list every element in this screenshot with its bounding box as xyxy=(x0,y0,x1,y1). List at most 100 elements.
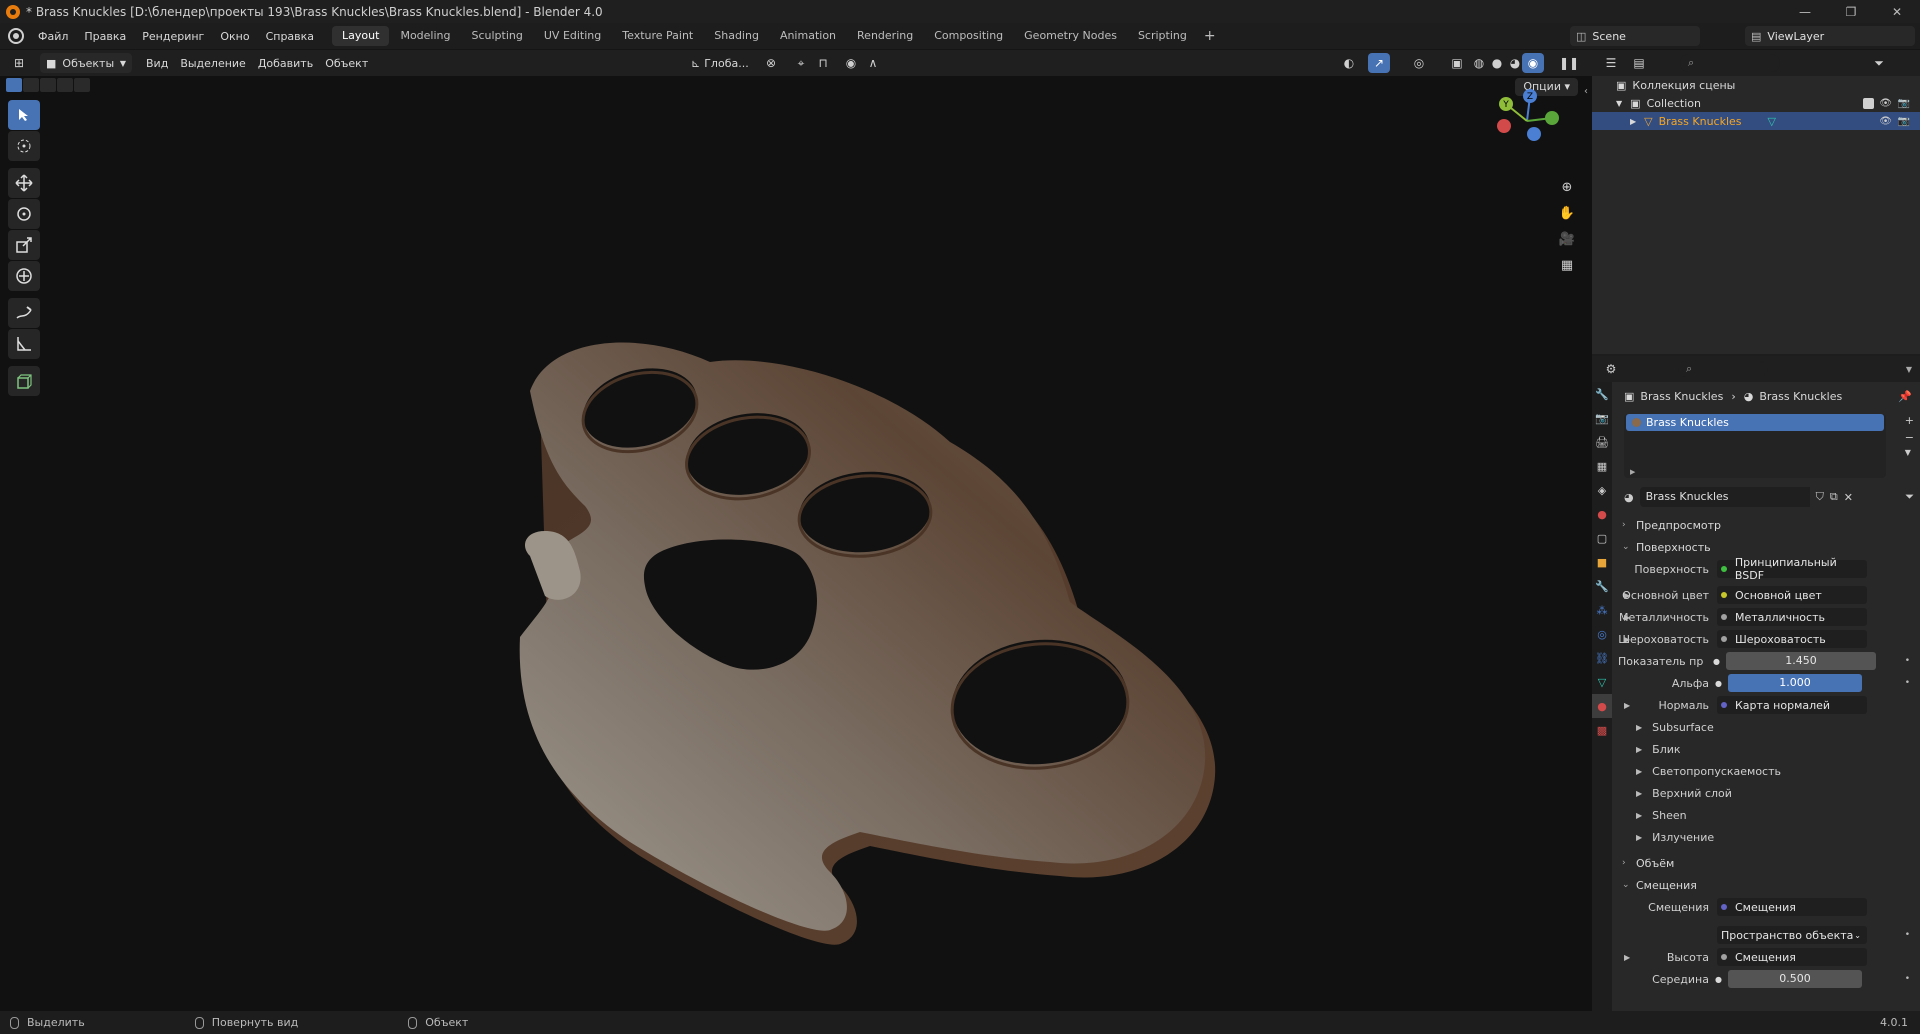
eye-icon[interactable]: 👁 xyxy=(1879,98,1892,109)
expand-arrow-icon[interactable]: ▶ xyxy=(1630,468,1635,476)
height-field[interactable]: Смещения xyxy=(1717,948,1867,966)
menu-help[interactable]: Справка xyxy=(258,23,322,50)
keyframe-dot-icon[interactable]: • xyxy=(1905,930,1910,940)
tool-tab-icon[interactable]: 🔧 xyxy=(1592,382,1612,406)
filter-icon[interactable]: ⏷ xyxy=(1905,490,1914,504)
editor-type-icon[interactable]: ⊞ xyxy=(8,53,30,73)
close-button[interactable]: ✕ xyxy=(1874,0,1920,23)
rendered-shading-icon[interactable]: ◉ xyxy=(1522,53,1544,73)
physics-tab-icon[interactable]: ◎ xyxy=(1592,622,1612,646)
outliner-object-brass-knuckles[interactable]: ▶ ▽ Brass Knuckles ▽ 👁 📷 xyxy=(1592,112,1920,130)
snap-target-icon[interactable]: ⊓ xyxy=(812,53,834,73)
pin-icon[interactable]: 📌 xyxy=(1898,390,1912,403)
menu-add[interactable]: Добавить xyxy=(252,53,319,73)
surface-shader-field[interactable]: Принципиальный BSDF xyxy=(1717,556,1867,582)
data-tab-icon[interactable]: ▽ xyxy=(1592,670,1612,694)
material-browse-icon[interactable]: ◕ xyxy=(1624,491,1634,504)
pause-render-icon[interactable]: ❚❚ xyxy=(1558,53,1580,73)
tab-shading[interactable]: Shading xyxy=(704,26,769,46)
add-workspace-button[interactable]: + xyxy=(1198,28,1222,44)
view-layer-selector[interactable]: ▤ ViewLayer xyxy=(1745,26,1915,46)
tab-layout[interactable]: Layout xyxy=(332,26,390,46)
orientation-selector[interactable]: ⊾ Глоба... xyxy=(685,53,755,73)
visibility-icon[interactable]: ◐ xyxy=(1338,53,1360,73)
expand-arrow-icon[interactable]: ▶ xyxy=(1624,953,1630,962)
subpanel-specular[interactable]: ▶ Блик xyxy=(1612,738,1920,760)
tab-geometry-nodes[interactable]: Geometry Nodes xyxy=(1014,26,1127,46)
view-layer-tab-icon[interactable]: ▦ xyxy=(1592,454,1612,478)
expand-arrow-icon[interactable]: ▶ xyxy=(1624,701,1630,710)
menu-file[interactable]: Файл xyxy=(30,23,76,50)
keyframe-dot-icon[interactable]: • xyxy=(1905,974,1910,984)
section-volume[interactable]: › Объём xyxy=(1612,852,1920,874)
modifier-tab-icon[interactable]: 🔧 xyxy=(1592,574,1612,598)
snap-icon[interactable]: ⌖ xyxy=(790,53,812,73)
outliner-editor-icon[interactable]: ☰ xyxy=(1600,53,1622,73)
material-name-field[interactable]: Brass Knuckles xyxy=(1639,487,1810,507)
blender-menu-icon[interactable] xyxy=(8,28,24,44)
brass-knuckles-object[interactable] xyxy=(0,76,1592,1011)
fake-user-shield-icon[interactable]: ⛉ xyxy=(1816,490,1824,504)
collection-checkbox[interactable] xyxy=(1863,97,1874,109)
subpanel-emission[interactable]: ▶ Излучение xyxy=(1612,826,1920,848)
material-tab-icon[interactable]: ● xyxy=(1592,694,1612,718)
expand-arrow-icon[interactable]: ▶ xyxy=(1624,591,1630,600)
tab-compositing[interactable]: Compositing xyxy=(924,26,1013,46)
3d-viewport[interactable]: Опции ▾ Z Y ⊕ ✋ 🎥 ▦ ‹ xyxy=(0,76,1592,1011)
filter-icon[interactable]: ⏷ xyxy=(1868,53,1890,73)
section-preview[interactable]: › Предпросмотр xyxy=(1612,514,1920,536)
collection-tab-icon[interactable]: ▢ xyxy=(1592,526,1612,550)
falloff-icon[interactable]: ∧ xyxy=(862,53,884,73)
gizmo-toggle-icon[interactable]: ↗ xyxy=(1368,53,1390,73)
navigation-gizmo[interactable]: Z Y xyxy=(1492,86,1562,156)
minimize-button[interactable]: — xyxy=(1782,0,1828,23)
expand-arrow-icon[interactable]: ▶ xyxy=(1624,613,1630,622)
ior-value-field[interactable]: 1.450 xyxy=(1725,652,1876,670)
slot-specials-icon[interactable]: ▼ xyxy=(1905,448,1914,457)
xray-icon[interactable]: ▣ xyxy=(1446,53,1468,73)
maximize-button[interactable]: ❐ xyxy=(1828,0,1874,23)
roughness-field[interactable]: Шероховатость xyxy=(1717,630,1867,648)
scene-tab-icon[interactable]: ◈ xyxy=(1592,478,1612,502)
menu-view[interactable]: Вид xyxy=(140,53,174,73)
texture-tab-icon[interactable]: ▩ xyxy=(1592,718,1612,742)
properties-search-input[interactable]: ⌕ xyxy=(1678,361,1768,377)
gizmo-z-axis-neg[interactable] xyxy=(1527,127,1541,141)
duplicate-material-icon[interactable]: ⧉ xyxy=(1830,490,1838,504)
chevron-down-icon[interactable]: ▼ xyxy=(1906,365,1912,374)
unlink-material-icon[interactable]: ✕ xyxy=(1844,491,1853,504)
constraints-tab-icon[interactable]: ⛓ xyxy=(1592,646,1612,670)
scene-selector[interactable]: ◫ Scene xyxy=(1570,26,1700,46)
camera-view-icon[interactable]: 🎥 xyxy=(1556,228,1578,250)
midlevel-value-field[interactable]: 0.500 xyxy=(1727,970,1862,988)
keyframe-dot-icon[interactable]: • xyxy=(1905,656,1910,666)
tab-rendering[interactable]: Rendering xyxy=(847,26,923,46)
displacement-field[interactable]: Смещения xyxy=(1717,898,1867,916)
mode-selector[interactable]: ■ Объекты ▼ xyxy=(40,53,132,73)
subpanel-subsurface[interactable]: ▶ Subsurface xyxy=(1612,716,1920,738)
ortho-grid-icon[interactable]: ▦ xyxy=(1556,254,1578,276)
material-slot[interactable]: Brass Knuckles xyxy=(1626,414,1884,431)
expand-arrow-icon[interactable]: ▶ xyxy=(1624,635,1630,644)
display-mode-icon[interactable]: ▤ xyxy=(1628,53,1650,73)
overlays-icon[interactable]: ◎ xyxy=(1408,53,1430,73)
base-color-field[interactable]: Основной цвет xyxy=(1717,586,1867,604)
menu-select[interactable]: Выделение xyxy=(174,53,252,73)
eye-icon[interactable]: 👁 xyxy=(1879,116,1892,127)
gizmo-y-axis-neg[interactable] xyxy=(1545,111,1559,125)
tab-animation[interactable]: Animation xyxy=(770,26,846,46)
displacement-space-dropdown[interactable]: Пространство объекта ⌄ xyxy=(1717,926,1867,944)
proportional-edit-icon[interactable]: ◉ xyxy=(840,53,862,73)
gizmo-x-axis-neg[interactable] xyxy=(1497,119,1511,133)
tab-uv-editing[interactable]: UV Editing xyxy=(534,26,611,46)
tab-scripting[interactable]: Scripting xyxy=(1128,26,1197,46)
outliner-collection[interactable]: ▼ ▣ Collection 👁 📷 xyxy=(1592,94,1920,112)
camera-icon[interactable]: 📷 xyxy=(1898,116,1910,127)
remove-slot-button[interactable]: − xyxy=(1905,431,1914,444)
particles-tab-icon[interactable]: ⁂ xyxy=(1592,598,1612,622)
zoom-icon[interactable]: ⊕ xyxy=(1556,176,1578,198)
render-tab-icon[interactable]: 📷 xyxy=(1592,406,1612,430)
section-displacement[interactable]: ⌄ Смещения xyxy=(1612,874,1920,896)
add-slot-button[interactable]: + xyxy=(1905,414,1914,427)
world-tab-icon[interactable]: ● xyxy=(1592,502,1612,526)
